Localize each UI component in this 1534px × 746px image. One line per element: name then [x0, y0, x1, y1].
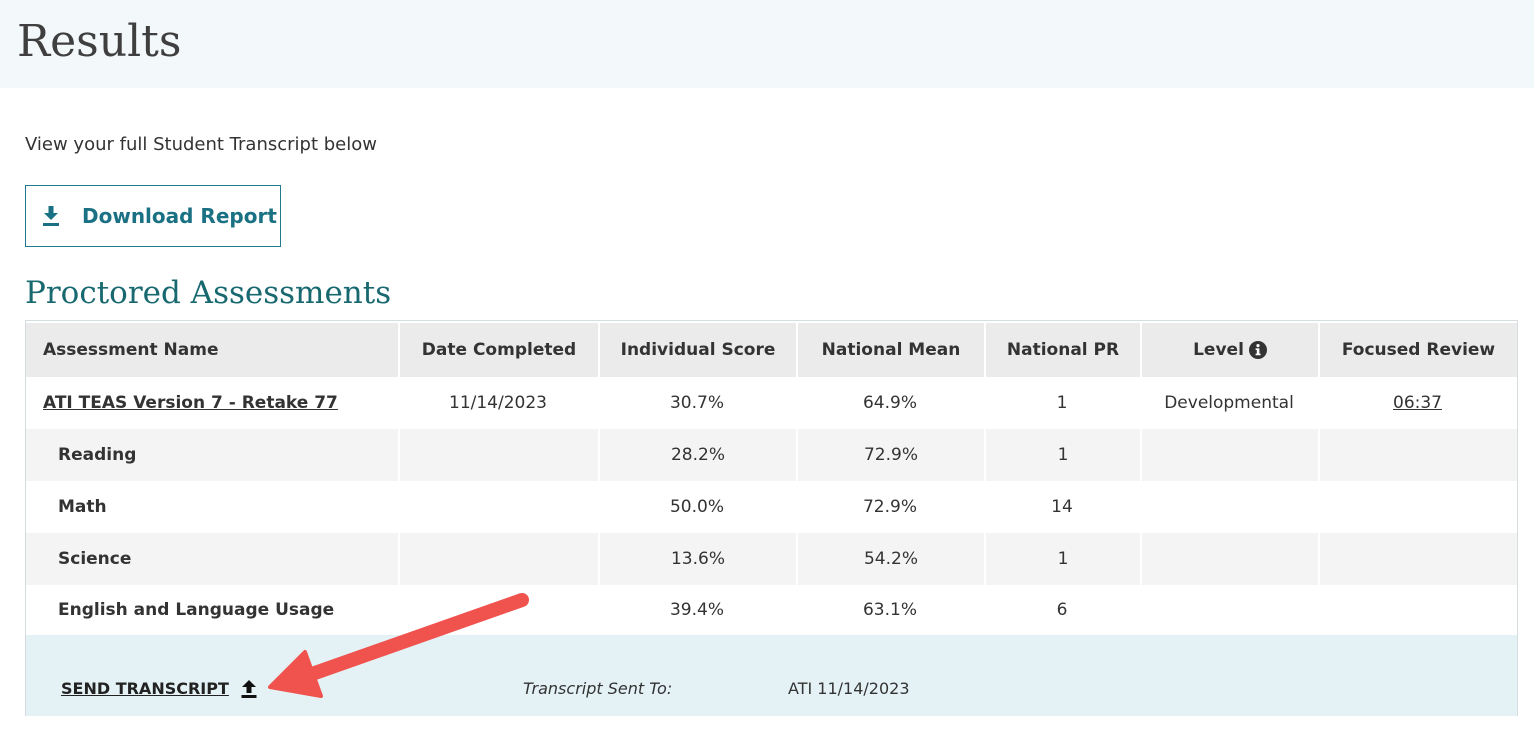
- level-cell: [1140, 585, 1318, 635]
- subject-name-cell: Science: [26, 533, 398, 585]
- table-row: English and Language Usage 39.4% 63.1% 6: [26, 585, 1517, 635]
- focused-review-cell: [1318, 533, 1517, 585]
- national-pr-cell: 14: [984, 481, 1140, 533]
- column-header-level-label: Level: [1193, 340, 1244, 360]
- transcript-instruction: View your full Student Transcript below: [25, 134, 377, 155]
- level-cell: [1140, 481, 1318, 533]
- date-completed-cell: [398, 533, 598, 585]
- individual-score-cell: 50.0%: [598, 481, 796, 533]
- individual-score-cell: 30.7%: [598, 377, 796, 429]
- table-row: Reading 28.2% 72.9% 1: [26, 429, 1517, 481]
- focused-review-cell: [1318, 481, 1517, 533]
- individual-score-cell: 28.2%: [598, 429, 796, 481]
- send-transcript-button[interactable]: SEND TRANSCRIPT: [61, 679, 257, 698]
- national-mean-cell: 72.9%: [796, 429, 984, 481]
- date-completed-cell: 11/14/2023: [398, 377, 598, 429]
- upload-icon: [241, 680, 257, 698]
- date-completed-cell: [398, 429, 598, 481]
- column-header-level: Level: [1140, 323, 1318, 377]
- download-report-label: Download Report: [82, 204, 277, 228]
- national-mean-cell: 54.2%: [796, 533, 984, 585]
- subject-name-cell: Math: [26, 481, 398, 533]
- table-header-row: Assessment Name Date Completed Individua…: [26, 323, 1517, 377]
- download-icon: [42, 206, 60, 226]
- focused-review-cell: [1318, 429, 1517, 481]
- individual-score-cell: 13.6%: [598, 533, 796, 585]
- column-header-national-mean: National Mean: [796, 323, 984, 377]
- column-header-date-completed: Date Completed: [398, 323, 598, 377]
- transcript-sent-to-label: Transcript Sent To:: [523, 679, 672, 698]
- date-completed-cell: [398, 481, 598, 533]
- table-row: Science 13.6% 54.2% 1: [26, 533, 1517, 585]
- subject-name-cell: English and Language Usage: [26, 585, 398, 635]
- individual-score-cell: 39.4%: [598, 585, 796, 635]
- national-pr-cell: 1: [984, 377, 1140, 429]
- level-cell: Developmental: [1140, 377, 1318, 429]
- column-header-individual-score: Individual Score: [598, 323, 796, 377]
- info-circle-icon[interactable]: [1249, 341, 1267, 359]
- send-transcript-label: SEND TRANSCRIPT: [61, 679, 229, 698]
- table-row: Math 50.0% 72.9% 14: [26, 481, 1517, 533]
- transcript-footer: SEND TRANSCRIPT Transcript Sent To: ATI …: [26, 635, 1517, 716]
- national-mean-cell: 72.9%: [796, 481, 984, 533]
- national-pr-cell: 1: [984, 429, 1140, 481]
- assessments-table: Assessment Name Date Completed Individua…: [25, 320, 1518, 716]
- page-title: Results: [17, 12, 181, 72]
- level-cell: [1140, 429, 1318, 481]
- national-pr-cell: 1: [984, 533, 1140, 585]
- column-header-assessment-name: Assessment Name: [26, 323, 398, 377]
- level-cell: [1140, 533, 1318, 585]
- national-mean-cell: 63.1%: [796, 585, 984, 635]
- focused-review-cell: [1318, 585, 1517, 635]
- national-mean-cell: 64.9%: [796, 377, 984, 429]
- date-completed-cell: [398, 585, 598, 635]
- national-pr-cell: 6: [984, 585, 1140, 635]
- subject-name-cell: Reading: [26, 429, 398, 481]
- column-header-focused-review: Focused Review: [1318, 323, 1517, 377]
- download-report-button[interactable]: Download Report: [25, 185, 281, 247]
- focused-review-link[interactable]: 06:37: [1393, 393, 1442, 413]
- section-title: Proctored Assessments: [25, 272, 391, 314]
- header-band: [0, 0, 1534, 88]
- table-row: ATI TEAS Version 7 - Retake 77 11/14/202…: [26, 377, 1517, 429]
- transcript-sent-to-value: ATI 11/14/2023: [788, 679, 910, 698]
- column-header-national-pr: National PR: [984, 323, 1140, 377]
- assessment-name-link[interactable]: ATI TEAS Version 7 - Retake 77: [43, 393, 338, 413]
